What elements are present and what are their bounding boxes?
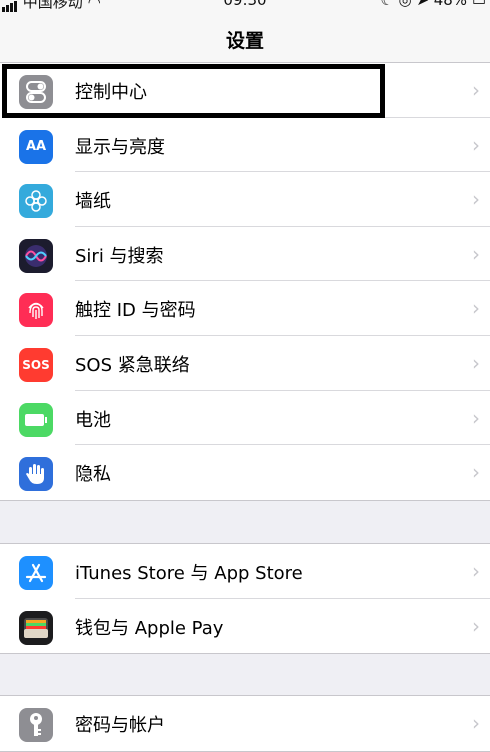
chevron-right-icon: › [472, 187, 480, 212]
settings-row-siri-search[interactable]: Siri 与搜索 › [0, 227, 490, 282]
settings-row-label: 触控 ID 与密码 [75, 300, 196, 322]
chevron-right-icon: › [472, 241, 480, 266]
flower-icon [19, 184, 53, 219]
app-store-icon [19, 556, 53, 590]
settings-row-label: 控制中心 [75, 82, 147, 103]
siri-icon [19, 238, 53, 273]
settings-row-passwords-accounts[interactable]: 密码与帐户 › [0, 696, 490, 751]
chevron-right-icon: › [472, 350, 480, 375]
chevron-right-icon: › [472, 296, 480, 321]
settings-row-control-center[interactable]: 控制中心 › [0, 63, 490, 118]
chevron-right-icon: › [472, 405, 480, 430]
chevron-right-icon: › [472, 613, 480, 638]
text-size-icon: AA [19, 129, 53, 164]
settings-row-label: 密码与帐户 [75, 715, 165, 736]
moon-icon: ☾ [380, 0, 394, 9]
chevron-right-icon: › [472, 711, 480, 735]
battery-icon: ▭ [471, 0, 486, 9]
settings-row-label: iTunes Store 与 App Store [75, 563, 303, 584]
sos-icon: SOS [19, 347, 53, 382]
settings-row-privacy[interactable]: 隐私 › [0, 445, 490, 500]
location-icon: ➤ [416, 0, 429, 9]
nav-bar: 设置 [0, 14, 490, 65]
wallet-icon [19, 610, 53, 645]
settings-group-2: iTunes Store 与 App Store › 钱包与 Apple Pay… [0, 543, 490, 655]
toggle-switches-icon [19, 75, 53, 109]
settings-group-1: 控制中心 › AA 显示与亮度 › 墙纸 › Siri 与搜索 › 触控 ID … [0, 62, 490, 501]
hand-icon [19, 457, 53, 492]
settings-row-label: 钱包与 Apple Pay [75, 617, 224, 639]
settings-row-wallpaper[interactable]: 墙纸 › [0, 172, 490, 227]
fingerprint-icon [19, 293, 53, 328]
settings-row-emergency-sos[interactable]: SOS SOS 紧急联络 › [0, 336, 490, 391]
battery-percent: 48% [433, 0, 468, 9]
settings-row-touch-id-passcode[interactable]: 触控 ID 与密码 › [0, 281, 490, 336]
settings-row-label: 墙纸 [75, 191, 111, 213]
settings-row-label: 显示与亮度 [75, 136, 165, 158]
settings-row-wallet-apple-pay[interactable]: 钱包与 Apple Pay › [0, 599, 490, 654]
settings-row-label: Siri 与搜索 [75, 245, 164, 267]
settings-row-label: SOS 紧急联络 [75, 354, 190, 376]
status-bar: 中国移动 ◠ 09:30 ☾ ◎ ➤ 48% ▭ [0, 0, 490, 14]
chevron-right-icon: › [472, 132, 480, 157]
settings-row-battery[interactable]: 电池 › [0, 391, 490, 446]
key-icon [19, 708, 53, 742]
battery-icon [19, 402, 53, 437]
settings-row-label: 隐私 [75, 464, 111, 486]
settings-group-3: 密码与帐户 › [0, 695, 490, 752]
status-right: ☾ ◎ ➤ 48% ▭ [380, 0, 486, 9]
settings-row-itunes-app-store[interactable]: iTunes Store 与 App Store › [0, 544, 490, 599]
settings-row-display-brightness[interactable]: AA 显示与亮度 › [0, 118, 490, 173]
chevron-right-icon: › [472, 78, 480, 102]
chevron-right-icon: › [472, 559, 480, 583]
chevron-right-icon: › [472, 460, 480, 485]
page-title: 设置 [225, 30, 264, 52]
lock-rotation-icon: ◎ [398, 0, 412, 9]
settings-row-label: 电池 [75, 409, 111, 431]
